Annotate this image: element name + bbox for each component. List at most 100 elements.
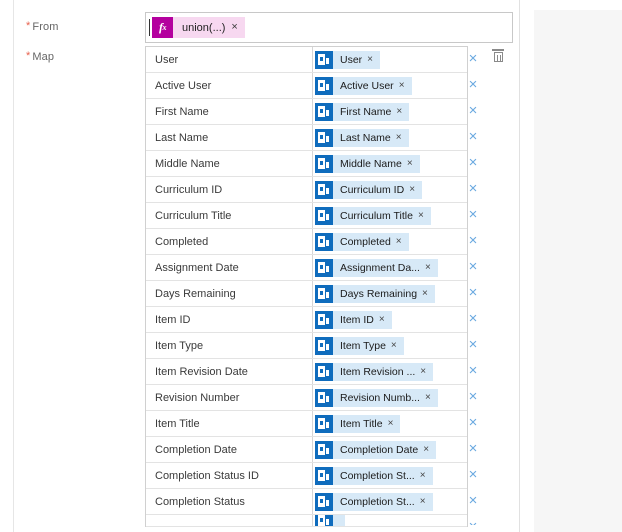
delete-row-button[interactable]: × [466, 51, 480, 66]
dynamic-content-token[interactable]: Completion St... × [315, 492, 433, 511]
token-remove-icon[interactable]: × [418, 210, 431, 221]
token-remove-icon[interactable]: × [367, 54, 380, 65]
delete-row-button[interactable]: × [466, 389, 480, 404]
dynamic-content-token[interactable]: Revision Numb... × [315, 388, 438, 407]
map-value-input[interactable]: Completion Date × [313, 437, 467, 462]
map-key-input[interactable]: Active User [146, 73, 313, 98]
delete-row-button[interactable]: × [466, 285, 480, 300]
delete-row-button[interactable]: × [466, 233, 480, 248]
dynamic-content-token[interactable]: Completion St... × [315, 466, 433, 485]
token-remove-icon[interactable]: × [420, 470, 433, 481]
map-value-input[interactable]: First Name × [313, 99, 467, 124]
expression-token[interactable]: fx union(...) × [152, 17, 245, 38]
token-remove-icon[interactable]: × [407, 158, 420, 169]
delete-row-button[interactable]: × [466, 441, 480, 456]
map-key-input[interactable]: Curriculum Title [146, 203, 313, 228]
dynamic-content-token[interactable] [315, 515, 345, 526]
text-caret [149, 19, 150, 36]
dynamic-content-token[interactable]: Days Remaining × [315, 284, 435, 303]
dynamic-content-token[interactable]: Assignment Da... × [315, 258, 438, 277]
map-value-input[interactable]: Completed × [313, 229, 467, 254]
delete-row-button[interactable]: × [466, 207, 480, 222]
map-value-input[interactable]: Item Title × [313, 411, 467, 436]
token-remove-icon[interactable]: × [422, 288, 435, 299]
dynamic-content-token[interactable]: Curriculum ID × [315, 180, 423, 199]
token-remove-icon[interactable]: × [420, 496, 433, 507]
trash-icon[interactable] [492, 49, 504, 62]
token-remove-icon[interactable]: × [409, 184, 422, 195]
map-key-input[interactable]: Days Remaining [146, 281, 313, 306]
map-value-input[interactable]: Completion St... × [313, 463, 467, 488]
map-key-input[interactable]: Curriculum ID [146, 177, 313, 202]
delete-row-button[interactable]: × [466, 181, 480, 196]
map-key-input[interactable]: Item Type [146, 333, 313, 358]
map-value-input[interactable]: Revision Numb... × [313, 385, 467, 410]
map-key-input[interactable]: Completion Status ID [146, 463, 313, 488]
map-key-input[interactable]: Completion Status [146, 489, 313, 514]
delete-row-button[interactable]: × [466, 129, 480, 144]
dynamic-content-token[interactable]: Completion Date × [315, 440, 437, 459]
token-remove-icon[interactable]: × [396, 132, 409, 143]
map-value-input[interactable]: Curriculum ID × [313, 177, 467, 202]
token-remove-icon[interactable]: × [396, 106, 409, 117]
map-key-input[interactable]: Item Revision Date [146, 359, 313, 384]
token-remove-icon[interactable]: × [420, 366, 433, 377]
map-value-input[interactable]: Middle Name × [313, 151, 467, 176]
delete-row-button[interactable]: × [466, 155, 480, 170]
from-expression-input[interactable]: fx union(...) × [145, 12, 513, 43]
map-key-input[interactable]: Middle Name [146, 151, 313, 176]
map-key-input[interactable]: First Name [146, 99, 313, 124]
map-value-input[interactable]: Curriculum Title × [313, 203, 467, 228]
token-remove-icon[interactable]: × [423, 444, 436, 455]
delete-row-button[interactable]: × [466, 77, 480, 92]
token-remove-icon[interactable]: × [391, 340, 404, 351]
map-value-input[interactable] [313, 515, 467, 526]
map-key-input[interactable]: Last Name [146, 125, 313, 150]
map-key-input[interactable] [146, 515, 313, 526]
dynamic-content-token[interactable]: Middle Name × [315, 154, 420, 173]
dynamic-content-token[interactable]: Active User × [315, 76, 412, 95]
map-key-input[interactable]: Item Title [146, 411, 313, 436]
delete-row-button[interactable]: × [466, 103, 480, 118]
delete-row-button[interactable]: × [466, 337, 480, 352]
delete-row-button[interactable]: × [466, 520, 480, 525]
dynamic-content-token[interactable]: Item ID × [315, 310, 392, 329]
map-key-input[interactable]: Item ID [146, 307, 313, 332]
map-key-input[interactable]: Completion Date [146, 437, 313, 462]
map-value-input[interactable]: User × [313, 47, 467, 72]
dynamic-content-token[interactable]: Item Title × [315, 414, 401, 433]
token-remove-icon[interactable]: × [425, 392, 438, 403]
dynamic-content-token[interactable]: User × [315, 50, 381, 69]
delete-row-button[interactable]: × [466, 467, 480, 482]
dynamic-content-token[interactable]: Last Name × [315, 128, 409, 147]
map-value-input[interactable]: Active User × [313, 73, 467, 98]
map-value-input[interactable]: Days Remaining × [313, 281, 467, 306]
token-remove-icon[interactable]: × [396, 236, 409, 247]
delete-row-button[interactable]: × [466, 415, 480, 430]
token-remove-icon[interactable]: × [379, 314, 392, 325]
map-value-input[interactable]: Item ID × [313, 307, 467, 332]
map-key-input[interactable]: Assignment Date [146, 255, 313, 280]
token-remove-icon[interactable]: × [388, 418, 401, 429]
dynamic-content-token[interactable]: First Name × [315, 102, 410, 121]
dynamic-content-token[interactable]: Curriculum Title × [315, 206, 431, 225]
delete-row-button[interactable]: × [466, 311, 480, 326]
map-value-input[interactable]: Last Name × [313, 125, 467, 150]
map-value-input[interactable]: Item Type × [313, 333, 467, 358]
map-key-input[interactable]: Revision Number [146, 385, 313, 410]
token-remove-icon[interactable]: × [425, 262, 438, 273]
expression-token-remove-icon[interactable]: × [231, 22, 244, 33]
delete-row-button[interactable]: × [466, 259, 480, 274]
map-value-input[interactable]: Completion St... × [313, 489, 467, 514]
token-remove-icon[interactable]: × [399, 80, 412, 91]
dynamic-content-token[interactable]: Item Revision ... × [315, 362, 434, 381]
token-icon-detail [320, 421, 323, 425]
map-key-input[interactable]: User [146, 47, 313, 72]
map-value-input[interactable]: Assignment Da... × [313, 255, 467, 280]
map-key-input[interactable]: Completed [146, 229, 313, 254]
delete-row-button[interactable]: × [466, 363, 480, 378]
map-value-input[interactable]: Item Revision ... × [313, 359, 467, 384]
delete-row-button[interactable]: × [466, 493, 480, 508]
dynamic-content-token[interactable]: Completed × [315, 232, 409, 251]
dynamic-content-token[interactable]: Item Type × [315, 336, 404, 355]
